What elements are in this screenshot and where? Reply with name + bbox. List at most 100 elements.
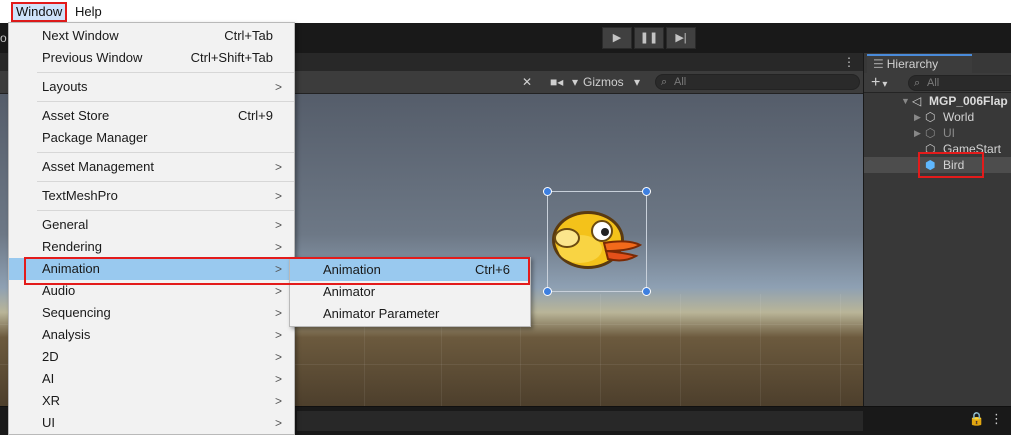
hierarchy-row-label: UI [943,126,955,140]
chevron-right-icon: > [274,372,282,386]
hierarchy-tab-label: Hierarchy [886,57,939,71]
gameobject-icon: ⬡ [925,110,936,124]
camera-icon[interactable]: ■◂ [550,73,563,92]
collapse-arrow-icon[interactable]: ▶ [914,109,921,125]
bottom-tab[interactable] [297,411,863,431]
submenu-item-animator-parameter[interactable]: Animator Parameter [290,303,530,325]
selection-rect [543,187,651,296]
grid-line [680,294,681,406]
gizmos-dropdown-icon[interactable]: ▾ [634,73,640,92]
chevron-right-icon: > [274,240,282,254]
hierarchy-row-world[interactable]: ▶ ⬡ World [864,109,1011,125]
window-dropdown-menu: Next Window Ctrl+Tab Previous Window Ctr… [8,22,295,435]
lock-icon[interactable]: 🔒 [969,411,985,427]
help-menu[interactable]: Help [72,2,105,22]
menu-item-package-manager[interactable]: Package Manager [9,127,294,149]
step-button[interactable]: ▶| [666,27,696,49]
camera-dropdown-icon[interactable]: ▾ [572,73,578,92]
chevron-right-icon: > [274,189,282,203]
window-menu[interactable]: Window [11,2,68,22]
menu-item-label: AI [42,371,55,386]
hierarchy-search-placeholder: All [927,77,940,89]
menu-item-layouts[interactable]: Layouts > [9,76,294,98]
menu-item-asset-management[interactable]: Asset Management > [9,156,294,178]
list-icon: ☰ [873,57,884,71]
annotation-highlight-box [918,152,984,178]
menu-item-2d[interactable]: 2D > [9,346,294,368]
hierarchy-panel: ☰ Hierarchy + ▾ ⌕ All ▼ ◁ MGP_006Flap ▶ ⬡ … [863,53,1011,406]
chevron-right-icon: > [274,218,282,232]
hierarchy-row-label: MGP_006Flap [929,94,1008,108]
hierarchy-row-bird[interactable]: ⬢ Bird [864,152,1011,178]
menubar: Window Help [0,0,1011,23]
scene-search-placeholder: All [674,76,687,88]
hierarchy-tab[interactable]: ☰ Hierarchy [867,54,972,73]
menu-item-asset-store[interactable]: Asset Store Ctrl+9 [9,105,294,127]
play-button[interactable]: ▶ [602,27,632,49]
menu-item-xr[interactable]: XR > [9,390,294,412]
menu-item-label: XR [42,393,61,408]
menu-item-next-window[interactable]: Next Window Ctrl+Tab [9,25,294,47]
menu-item-rendering[interactable]: Rendering > [9,236,294,258]
menu-item-label: Next Window [42,28,119,43]
menu-item-label: Previous Window [42,50,143,65]
menu-item-label: 2D [42,349,59,364]
grid-line [760,294,761,406]
menu-item-shortcut: Ctrl+9 [237,108,273,123]
unity-scene-icon: ◁ [912,94,922,108]
menu-separator [37,72,294,73]
expand-arrow-icon[interactable]: ▼ [901,93,910,109]
search-icon: ⌕ [661,76,668,88]
menu-item-label: Analysis [42,327,91,342]
chevron-right-icon: > [274,80,282,94]
search-icon: ⌕ [914,77,921,89]
resize-handle[interactable] [543,287,552,296]
menu-separator [37,152,294,153]
menu-item-ai[interactable]: AI > [9,368,294,390]
chevron-right-icon: > [274,160,282,174]
menu-item-ui[interactable]: UI > [9,412,294,434]
menu-item-previous-window[interactable]: Previous Window Ctrl+Shift+Tab [9,47,294,69]
menu-separator [37,210,294,211]
chevron-right-icon: > [274,306,282,320]
hierarchy-row-label: World [943,110,975,124]
gizmos-button[interactable]: Gizmos [583,73,624,92]
resize-handle[interactable] [642,287,651,296]
menu-item-analysis[interactable]: Analysis > [9,324,294,346]
grid-line [600,294,601,406]
menu-item-sequencing[interactable]: Sequencing > [9,302,294,324]
menu-separator [37,101,294,102]
resize-handle[interactable] [642,187,651,196]
menu-item-label: Asset Store [42,108,110,123]
chevron-right-icon: > [274,416,282,430]
chevron-right-icon: > [274,350,282,364]
hierarchy-row-scene[interactable]: ▼ ◁ MGP_006Flap [864,93,1011,109]
plus-icon: + [871,74,881,91]
toolbar-left-fragment: o [0,31,7,45]
collapse-arrow-icon[interactable]: ▶ [914,125,921,141]
hierarchy-search-input[interactable]: ⌕ All [908,75,1011,91]
menu-item-label: General [42,217,89,232]
grid-line [840,294,841,406]
menu-item-label: Animator Parameter [323,306,440,321]
menu-item-textmeshpro[interactable]: TextMeshPro > [9,185,294,207]
menu-item-label: Layouts [42,79,88,94]
pause-button[interactable]: ❚❚ [634,27,664,49]
tools-icon[interactable]: ✕ [522,73,532,92]
menu-item-shortcut: Ctrl+Shift+Tab [190,50,273,65]
hierarchy-row-ui[interactable]: ▶ ⬡ UI [864,125,1011,141]
chevron-down-icon: ▾ [882,79,888,90]
scene-search-input[interactable]: ⌕ All [655,74,860,90]
menu-item-general[interactable]: General > [9,214,294,236]
menu-item-shortcut: Ctrl+Tab [224,28,273,43]
menu-item-label: Asset Management [42,159,155,174]
bottom-more-icon[interactable]: ⋮ [990,411,1003,427]
resize-handle[interactable] [543,187,552,196]
menu-item-label: Sequencing [42,305,111,320]
add-object-button[interactable]: + ▾ [871,73,887,94]
menu-item-label: TextMeshPro [42,188,118,203]
scene-more-icon[interactable]: ⋮ [843,53,855,71]
menu-separator [37,181,294,182]
menu-item-label: Rendering [42,239,102,254]
hierarchy-toolbar: + ▾ ⌕ All [864,73,1011,93]
